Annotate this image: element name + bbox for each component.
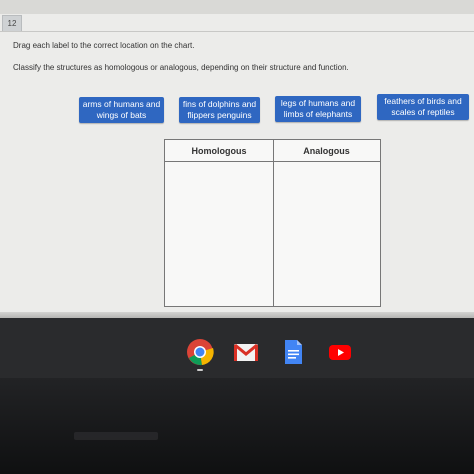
instruction-text: Drag each label to the correct location … bbox=[13, 41, 195, 50]
bezel-marking bbox=[74, 432, 158, 440]
analogous-column: Analogous bbox=[273, 140, 380, 306]
drag-label-feathers-scales[interactable]: feathers of birds and scales of reptiles bbox=[377, 94, 469, 120]
drag-label-legs-limbs[interactable]: legs of humans and limbs of elephants bbox=[275, 96, 361, 122]
homologous-column: Homologous bbox=[165, 140, 274, 306]
laptop-bezel bbox=[0, 378, 474, 474]
chrome-icon[interactable] bbox=[186, 338, 214, 371]
analogous-drop-zone[interactable] bbox=[273, 162, 380, 306]
divider bbox=[0, 31, 474, 32]
homologous-header: Homologous bbox=[165, 140, 273, 162]
homologous-drop-zone[interactable] bbox=[165, 162, 273, 306]
gmail-icon[interactable] bbox=[232, 338, 260, 366]
question-number: 12 bbox=[2, 15, 22, 32]
classification-chart: Homologous Analogous bbox=[164, 139, 381, 307]
youtube-icon[interactable] bbox=[326, 338, 354, 366]
docs-icon[interactable] bbox=[279, 338, 307, 366]
drag-label-fins-flippers[interactable]: fins of dolphins and flippers penguins bbox=[179, 97, 260, 123]
prompt-text: Classify the structures as homologous or… bbox=[13, 63, 349, 72]
analogous-header: Analogous bbox=[273, 140, 380, 162]
lesson-screen: 12 Drag each label to the correct locati… bbox=[0, 0, 474, 318]
drag-label-arms-wings[interactable]: arms of humans and wings of bats bbox=[79, 97, 164, 123]
top-bar bbox=[0, 0, 474, 14]
